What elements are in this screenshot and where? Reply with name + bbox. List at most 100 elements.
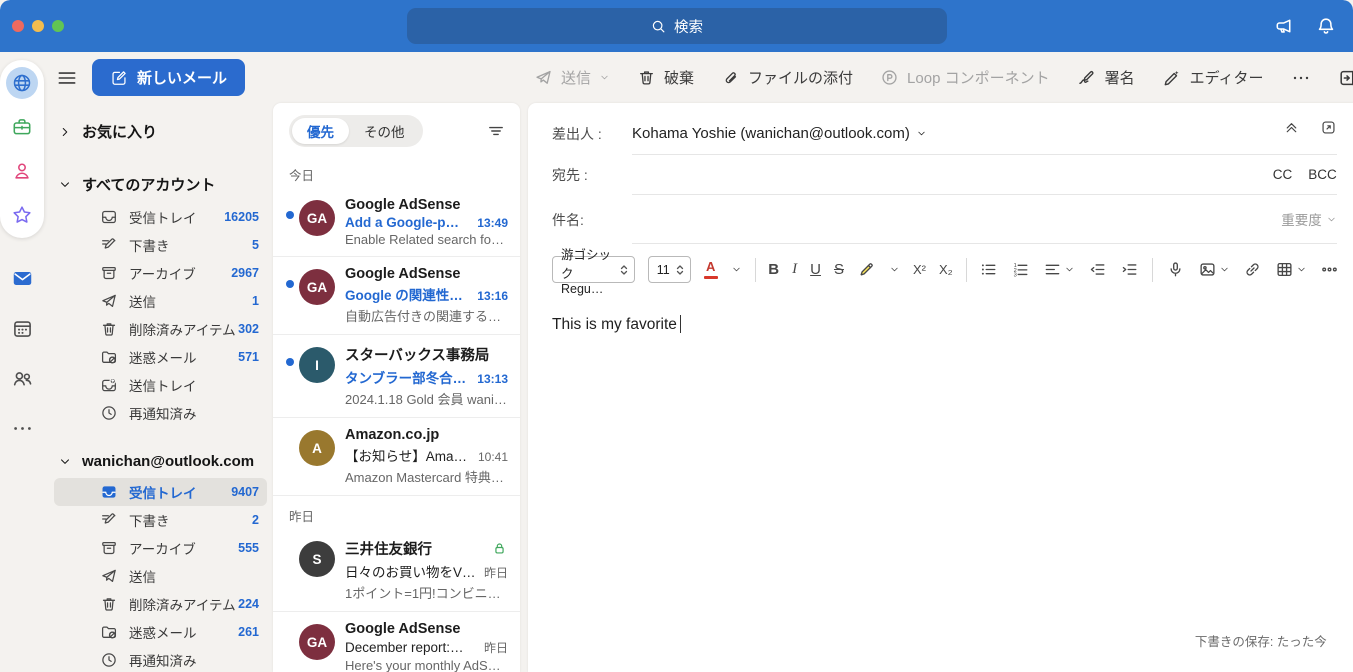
- bold-button[interactable]: B: [768, 261, 779, 278]
- panel-toggle-icon[interactable]: [1338, 67, 1353, 89]
- italic-button[interactable]: I: [792, 261, 797, 278]
- sidebar-item-inbox[interactable]: 受信トレイ 9407: [54, 478, 267, 506]
- sidebar-item-junk[interactable]: 迷惑メール 571: [54, 343, 267, 371]
- numbered-list-button[interactable]: 123: [1011, 260, 1030, 279]
- chevron-down-icon: [599, 72, 610, 83]
- lock-icon: [491, 540, 508, 557]
- sidebar-item-outbox[interactable]: 送信トレイ: [54, 371, 267, 399]
- sidebar-section-header[interactable]: wanichan@outlook.com: [54, 449, 267, 478]
- person-icon[interactable]: [6, 155, 38, 187]
- people-icon[interactable]: [6, 362, 38, 394]
- title-bar: 検索: [0, 0, 1353, 52]
- superscript-button[interactable]: X²: [913, 262, 926, 277]
- group-label: 昨日: [289, 510, 315, 524]
- calendar-icon[interactable]: [6, 312, 38, 344]
- send-icon: [100, 292, 118, 310]
- star-icon[interactable]: [6, 199, 38, 231]
- sidebar-item-deleted[interactable]: 削除済みアイテム 302: [54, 315, 267, 343]
- paperclip-icon: [721, 68, 740, 87]
- filter-icon[interactable]: [486, 121, 506, 141]
- insert-table-button[interactable]: [1275, 260, 1307, 279]
- more-dots-icon[interactable]: [6, 412, 38, 444]
- unread-count: 224: [238, 597, 259, 611]
- collapse-header-icon[interactable]: [1283, 119, 1300, 136]
- outbox-icon: [100, 376, 118, 394]
- favorites-header[interactable]: お気に入り: [54, 113, 267, 148]
- unread-dot: [286, 280, 294, 288]
- close-window-button[interactable]: [12, 20, 24, 32]
- bullet-list-button[interactable]: [979, 260, 998, 279]
- message-row[interactable]: GA Google AdSense Add a Google-p… 13:49 E…: [273, 188, 520, 257]
- message-groups: 今日 GA Google AdSense Add a Google-p… 13:4…: [273, 155, 520, 672]
- message-row[interactable]: GA Google AdSense December report:… 昨日 He…: [273, 612, 520, 672]
- send-button[interactable]: 送信: [534, 67, 610, 88]
- attach-file-button[interactable]: ファイルの添付: [721, 67, 853, 88]
- search-input[interactable]: 検索: [406, 8, 947, 44]
- loop-component-button[interactable]: Loop コンポーネント: [880, 67, 1050, 88]
- sidebar-item-sent[interactable]: 送信 1: [54, 287, 267, 315]
- message-row[interactable]: A Amazon.co.jp 【お知らせ】Amazo… 10:41 Amazon …: [273, 418, 520, 496]
- clock-icon: [100, 651, 118, 669]
- unread-count: 261: [238, 625, 259, 639]
- compose-pane: 差出人 : Kohama Yoshie (wanichan@outlook.co…: [528, 103, 1353, 672]
- traffic-lights: [12, 20, 64, 32]
- minimize-window-button[interactable]: [32, 20, 44, 32]
- highlighter-dropdown[interactable]: [889, 264, 900, 275]
- to-input[interactable]: CC BCC: [632, 155, 1337, 195]
- from-selector[interactable]: Kohama Yoshie (wanichan@outlook.com): [632, 125, 927, 142]
- sidebar-item-sent[interactable]: 送信: [54, 562, 267, 590]
- new-mail-button[interactable]: 新しいメール: [92, 59, 246, 96]
- sidebar-item-junk[interactable]: 迷惑メール 261: [54, 618, 267, 646]
- message-row[interactable]: I スターバックス事務局 タンブラー部冬合… 13:13 2024.1.18 Go…: [273, 335, 520, 418]
- indent-button[interactable]: [1120, 260, 1139, 279]
- globe-icon[interactable]: [6, 67, 38, 99]
- sidebar-item-inbox[interactable]: 受信トレイ 16205: [54, 203, 267, 231]
- sidebar-item-snoozed[interactable]: 再通知済み: [54, 646, 267, 672]
- cc-button[interactable]: CC: [1273, 167, 1293, 182]
- mail-icon[interactable]: [6, 262, 38, 294]
- sidebar-section-header[interactable]: すべてのアカウント: [54, 170, 267, 203]
- megaphone-icon[interactable]: [1273, 15, 1295, 37]
- sidebar-item-snoozed[interactable]: 再通知済み: [54, 399, 267, 427]
- sidebar-item-drafts[interactable]: 下書き 5: [54, 231, 267, 259]
- font-size-select[interactable]: 11: [647, 256, 691, 283]
- tab-other[interactable]: その他: [349, 118, 420, 144]
- tab-focused[interactable]: 優先: [292, 118, 349, 144]
- highlighter-button[interactable]: [857, 260, 876, 279]
- outlook-window: 検索 新しいメール 送信 破棄 ファイルの添付 Loop コンポーネント 署名 …: [0, 0, 1353, 672]
- insert-image-button[interactable]: [1198, 260, 1230, 279]
- unread-count: 555: [238, 541, 259, 555]
- importance-selector[interactable]: 重要度: [1281, 209, 1337, 229]
- sidebar-item-deleted[interactable]: 削除済みアイテム 224: [54, 590, 267, 618]
- outdent-button[interactable]: [1088, 260, 1107, 279]
- subject-input[interactable]: 重要度: [632, 195, 1337, 244]
- font-color-dropdown[interactable]: [731, 264, 742, 275]
- sidebar-item-archive[interactable]: アーカイブ 2967: [54, 259, 267, 287]
- more-format-button[interactable]: [1320, 260, 1339, 279]
- message-body-editor[interactable]: This is my favorite: [528, 293, 1353, 672]
- discard-button[interactable]: 破棄: [637, 67, 694, 88]
- font-color-button[interactable]: A: [703, 260, 718, 280]
- dictation-mic-button[interactable]: [1166, 260, 1185, 279]
- editor-button[interactable]: エディター: [1162, 67, 1264, 88]
- font-name-select[interactable]: 游ゴシック Regu…: [552, 248, 635, 296]
- bcc-button[interactable]: BCC: [1308, 167, 1337, 182]
- strikethrough-button[interactable]: S: [834, 261, 844, 278]
- search-icon: [650, 18, 667, 35]
- more-options-button[interactable]: [1291, 68, 1311, 88]
- bell-icon[interactable]: [1315, 15, 1337, 37]
- message-row[interactable]: S 三井住友銀行 日々のお買い物をV… 昨日 1ポイント=1円!コンビニ…: [273, 529, 520, 612]
- message-row[interactable]: GA Google AdSense Google の関連性… 13:16 自動広告…: [273, 257, 520, 335]
- align-button[interactable]: [1043, 260, 1075, 279]
- insert-link-button[interactable]: [1243, 260, 1262, 279]
- hamburger-menu-icon[interactable]: [56, 67, 78, 89]
- briefcase-icon[interactable]: [6, 111, 38, 143]
- signature-button[interactable]: 署名: [1077, 67, 1135, 88]
- sidebar-item-archive[interactable]: アーカイブ 555: [54, 534, 267, 562]
- underline-button[interactable]: U: [810, 261, 821, 278]
- zoom-window-button[interactable]: [52, 20, 64, 32]
- sidebar-item-drafts[interactable]: 下書き 2: [54, 506, 267, 534]
- unread-count: 16205: [224, 210, 259, 224]
- popout-icon[interactable]: [1320, 119, 1337, 136]
- subscript-button[interactable]: X₂: [939, 262, 953, 277]
